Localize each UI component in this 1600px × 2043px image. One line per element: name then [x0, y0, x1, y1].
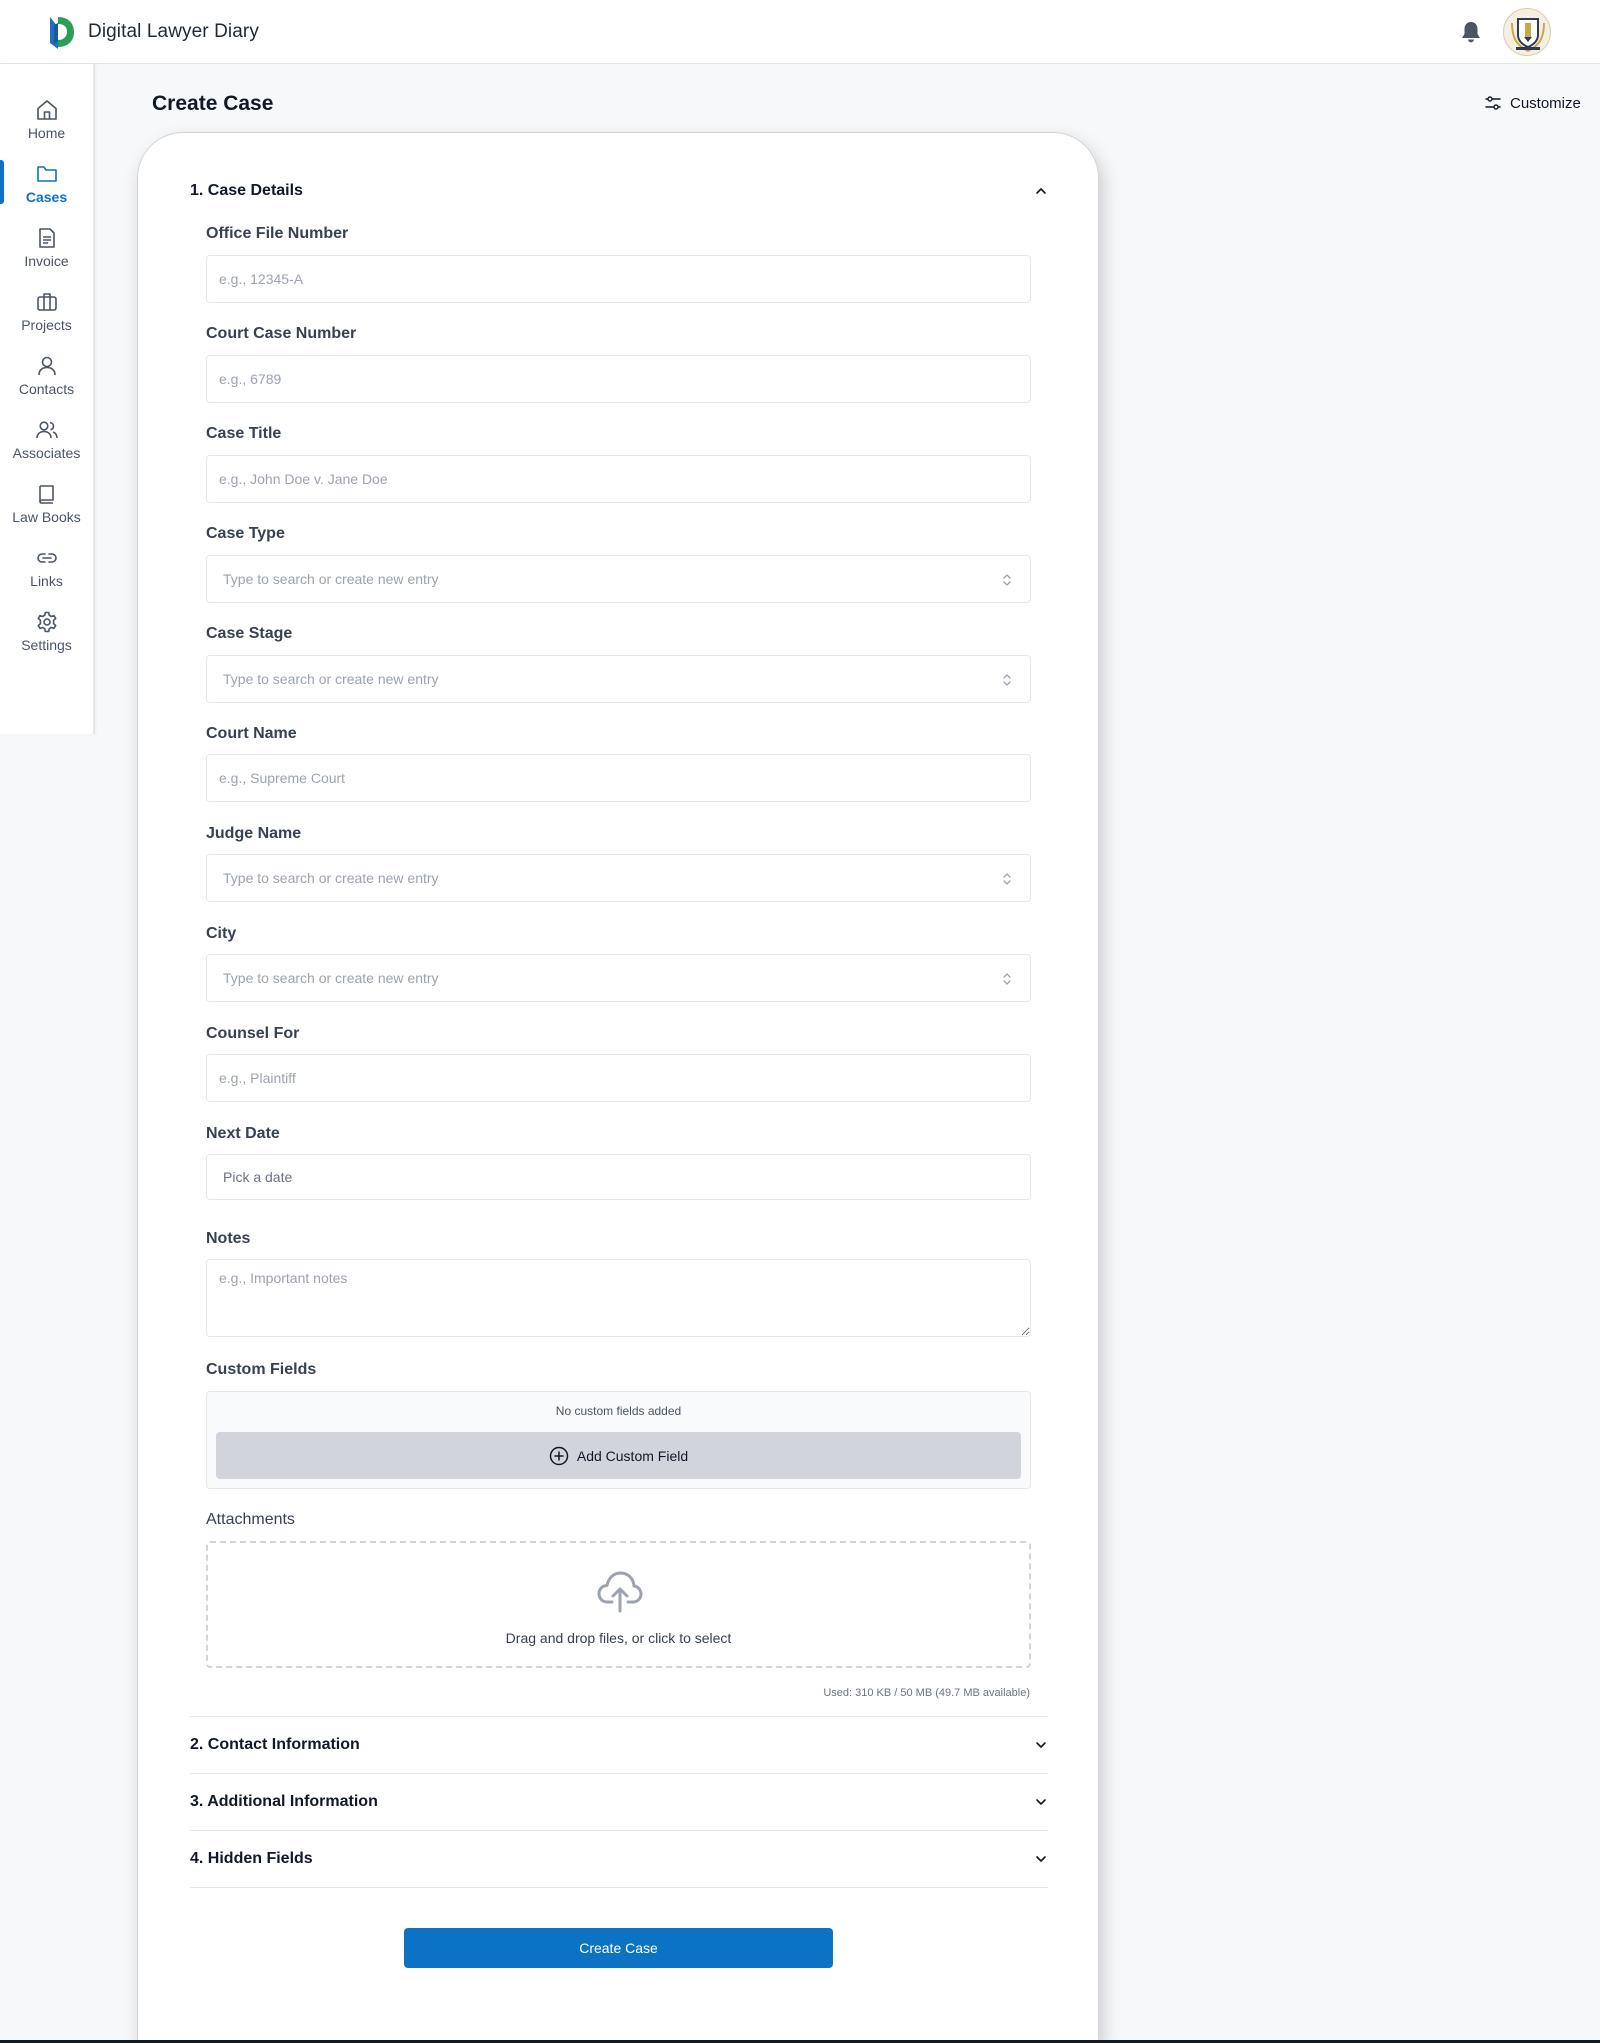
judge-name-label: Judge Name	[206, 825, 302, 842]
sidebar-item-label: Links	[30, 573, 63, 589]
section-title: 2. Contact Information	[190, 1736, 360, 1753]
briefcase-icon	[36, 293, 57, 311]
section-divider	[190, 1887, 1048, 1888]
user-avatar[interactable]	[1503, 8, 1551, 56]
next-date-picker[interactable]: Pick a date	[206, 1154, 1031, 1200]
customize-button[interactable]: Customize	[1484, 94, 1581, 112]
sidebar-item-label: Law Books	[12, 509, 81, 525]
sidebar-item-label: Projects	[21, 317, 72, 333]
sidebar-item-label: Home	[27, 125, 66, 141]
counsel-for-label: Counsel For	[206, 1025, 300, 1042]
sidebar-item-label: Settings	[21, 637, 72, 653]
section-additional-information-header[interactable]: 3. Additional Information	[190, 1774, 1048, 1830]
chevron-down-icon	[1036, 1856, 1046, 1862]
page-title: Create Case	[152, 92, 274, 115]
sliders-icon	[1485, 96, 1501, 110]
judge-name-placeholder: Type to search or create new entry	[223, 870, 439, 886]
user-icon	[37, 356, 56, 376]
app-name: Digital Lawyer Diary	[88, 21, 259, 42]
section-hidden-fields-header[interactable]: 4. Hidden Fields	[190, 1831, 1048, 1887]
sidebar-item-links[interactable]: Links	[0, 540, 93, 600]
case-stage-combobox[interactable]: Type to search or create new entry	[206, 655, 1031, 703]
notes-label: Notes	[206, 1230, 251, 1247]
dropzone-text: Drag and drop files, or click to select	[505, 1630, 732, 1646]
document-icon	[38, 228, 55, 248]
section-contact-information-header[interactable]: 2. Contact Information	[190, 1717, 1048, 1773]
folder-icon	[36, 166, 57, 182]
custom-fields-box: No custom fields added Add Custom Field	[206, 1391, 1031, 1489]
city-label: City	[206, 925, 237, 942]
sidebar: Home Cases Invoice Projects Contacts Ass…	[0, 64, 95, 734]
sidebar-item-label: Cases	[25, 189, 68, 205]
chevron-up-down-icon	[1003, 973, 1011, 985]
chevron-down-icon	[1036, 1799, 1046, 1805]
custom-fields-label: Custom Fields	[206, 1361, 317, 1378]
app-logo-icon	[50, 17, 74, 49]
sidebar-item-settings[interactable]: Settings	[0, 604, 93, 664]
counsel-for-input[interactable]	[206, 1054, 1031, 1102]
chevron-up-down-icon	[1003, 873, 1011, 885]
case-type-label: Case Type	[206, 525, 285, 542]
attachments-dropzone[interactable]: Drag and drop files, or click to select	[206, 1541, 1031, 1668]
court-case-number-label: Court Case Number	[206, 325, 357, 342]
next-date-placeholder: Pick a date	[223, 1169, 293, 1185]
city-combobox[interactable]: Type to search or create new entry	[206, 954, 1031, 1002]
notes-textarea[interactable]	[206, 1259, 1031, 1337]
case-type-placeholder: Type to search or create new entry	[223, 571, 439, 587]
judge-name-combobox[interactable]: Type to search or create new entry	[206, 854, 1031, 902]
storage-usage-text: Used: 310 KB / 50 MB (49.7 MB available)	[823, 1687, 1030, 1699]
sidebar-item-label: Invoice	[24, 253, 69, 269]
case-stage-placeholder: Type to search or create new entry	[223, 671, 439, 687]
notification-bell-icon[interactable]	[1460, 20, 1482, 44]
sidebar-item-law-books[interactable]: Law Books	[0, 476, 93, 536]
sidebar-item-label: Contacts	[18, 381, 75, 397]
chevron-up-down-icon	[1003, 674, 1011, 686]
sidebar-item-home[interactable]: Home	[0, 92, 93, 152]
sidebar-item-label: Associates	[12, 445, 81, 461]
office-file-number-input[interactable]	[206, 255, 1031, 303]
sidebar-item-associates[interactable]: Associates	[0, 412, 93, 472]
users-icon	[35, 421, 58, 439]
top-bar: Digital Lawyer Diary	[0, 0, 1600, 64]
section-title: 3. Additional Information	[190, 1793, 378, 1810]
office-file-number-label: Office File Number	[206, 225, 349, 242]
add-custom-field-button[interactable]: Add Custom Field	[216, 1432, 1021, 1479]
chevron-up-down-icon	[1003, 574, 1011, 586]
court-name-input[interactable]	[206, 754, 1031, 802]
case-title-label: Case Title	[206, 425, 282, 442]
court-case-number-input[interactable]	[206, 355, 1031, 403]
link-icon	[36, 553, 57, 563]
chevron-down-icon	[1036, 1742, 1046, 1748]
court-name-label: Court Name	[206, 725, 297, 742]
create-case-card: 1. Case Details Office File Number Court…	[137, 132, 1099, 2043]
home-icon	[36, 100, 57, 120]
sidebar-item-projects[interactable]: Projects	[0, 284, 93, 344]
sidebar-item-cases[interactable]: Cases	[0, 156, 93, 216]
next-date-label: Next Date	[206, 1125, 280, 1142]
section-case-details-header[interactable]: 1. Case Details	[190, 163, 1048, 219]
city-placeholder: Type to search or create new entry	[223, 970, 439, 986]
attachments-label: Attachments	[206, 1511, 295, 1528]
book-icon	[38, 485, 54, 504]
case-type-combobox[interactable]: Type to search or create new entry	[206, 555, 1031, 603]
customize-label: Customize	[1510, 94, 1581, 112]
sidebar-item-contacts[interactable]: Contacts	[0, 348, 93, 408]
plus-circle-icon	[549, 1446, 569, 1465]
create-case-button[interactable]: Create Case	[404, 1928, 833, 1968]
sidebar-item-invoice[interactable]: Invoice	[0, 220, 93, 280]
case-stage-label: Case Stage	[206, 625, 293, 642]
active-indicator	[0, 160, 4, 204]
firm-emblem-icon	[1511, 18, 1545, 53]
case-title-input[interactable]	[206, 455, 1031, 503]
add-custom-field-label: Add Custom Field	[576, 1447, 689, 1464]
gear-icon	[37, 611, 56, 633]
chevron-up-icon	[1036, 188, 1046, 194]
section-title: 1. Case Details	[190, 182, 303, 199]
brand[interactable]: Digital Lawyer Diary	[44, 13, 259, 51]
section-title: 4. Hidden Fields	[190, 1850, 313, 1867]
custom-fields-empty-text: No custom fields added	[555, 1404, 682, 1418]
cloud-upload-icon	[597, 1571, 643, 1613]
